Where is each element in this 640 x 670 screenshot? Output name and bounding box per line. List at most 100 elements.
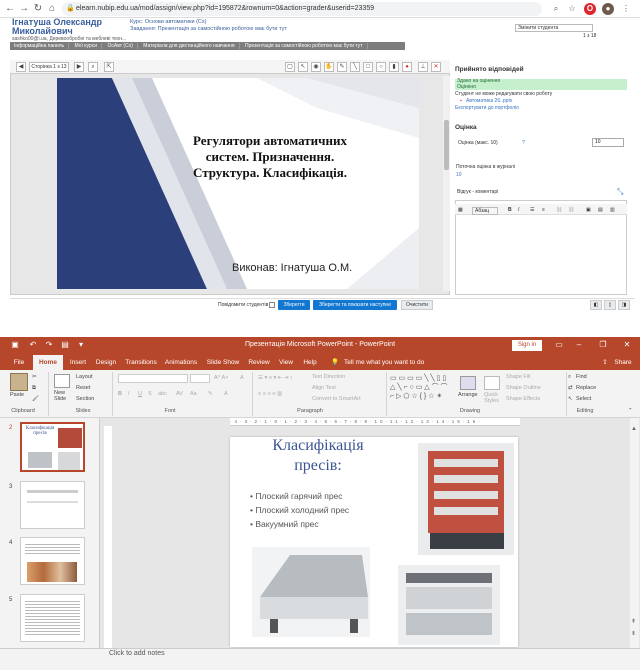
bullet-list-icon[interactable]: ☰ (530, 207, 534, 213)
tab-transitions[interactable]: Transitions (122, 355, 160, 370)
breadcrumb-item[interactable]: Інформаційна панель (10, 43, 70, 49)
slide-title[interactable]: Класифікація пресів: (262, 436, 374, 476)
minimize-icon[interactable]: – (572, 339, 586, 351)
font-name-box[interactable] (118, 374, 188, 383)
font-size-box[interactable] (190, 374, 210, 383)
expand-icon[interactable]: ⇱ (104, 62, 114, 72)
tab-slide-show[interactable]: Slide Show (204, 355, 242, 370)
highlight-tool-icon[interactable]: ▮ (389, 62, 399, 72)
extension-icon[interactable]: O (584, 3, 596, 15)
breadcrumb-item[interactable]: Мої курси (70, 43, 103, 49)
link-icon[interactable]: ⛓ (556, 207, 562, 213)
numbered-list-icon[interactable]: ≡ (542, 207, 545, 213)
layout-left-button[interactable]: ◧ (590, 300, 602, 310)
convert-smartart-button[interactable]: Convert to SmartArt (312, 396, 361, 402)
star-icon[interactable]: ☆ (566, 3, 578, 15)
rectangle-tool-icon[interactable]: □ (363, 62, 373, 72)
section-button[interactable]: Section (76, 396, 94, 402)
editor-icon-expand[interactable]: ▦ (458, 207, 463, 213)
viewer-scrollbar[interactable] (443, 76, 450, 291)
underline-icon[interactable]: U (138, 391, 142, 397)
breadcrumb-item[interactable]: ОсАвт (Сх) (103, 43, 138, 49)
page-select[interactable]: Сторінка 1 з 13 (29, 62, 69, 72)
highlight-icon[interactable]: ✎ (208, 391, 213, 397)
menu-icon[interactable]: ⋮ (620, 3, 632, 15)
reset-button[interactable]: Очистити (401, 300, 433, 310)
font-color-icon[interactable]: A (224, 391, 228, 397)
address-bar[interactable]: 🔒 elearn.nubip.edu.ua/mod/assign/view.php… (62, 2, 542, 16)
paste-icon[interactable] (10, 373, 28, 391)
align-icons[interactable]: ≡ ≡ ≡ ≡ ▥ (258, 391, 282, 397)
copy-icon[interactable]: ⧉ (32, 385, 36, 392)
tab-design[interactable]: Design (93, 355, 119, 370)
forward-icon[interactable]: → (18, 3, 30, 15)
submission-file-link[interactable]: Автоматика 26..pptx (466, 98, 512, 104)
select-button[interactable]: Select (576, 396, 591, 402)
bold-icon[interactable]: B (508, 207, 512, 213)
help-icon[interactable]: ? (522, 140, 525, 146)
back-icon[interactable]: ← (4, 3, 16, 15)
find-button[interactable]: Find (576, 374, 587, 380)
select-icon[interactable]: ↖ (568, 396, 573, 402)
image-icon[interactable]: ▣ (586, 207, 591, 213)
reset-slide-button[interactable]: Reset (76, 385, 90, 391)
align-text-button[interactable]: Align Text (312, 385, 336, 391)
tab-insert[interactable]: Insert (65, 355, 91, 370)
grow-font-icon[interactable]: A^ A˅ (214, 375, 228, 381)
find-icon[interactable]: ⌕ (568, 374, 571, 381)
avatar[interactable]: ● (602, 3, 614, 15)
slide-thumbnail-2[interactable]: Класифікація пресів (20, 422, 85, 472)
tab-review[interactable]: Review (246, 355, 272, 370)
search-icon[interactable]: ⌕ (550, 3, 562, 15)
paste-button[interactable]: Paste (10, 392, 24, 398)
line-tool-icon[interactable]: ╲ (350, 62, 360, 72)
hand-tool-icon[interactable]: ✋ (324, 62, 334, 72)
save-button[interactable]: Зберегти (278, 300, 310, 310)
grade-input[interactable]: 10 (592, 138, 624, 147)
change-case-icon[interactable]: Aa (190, 391, 197, 397)
replace-icon[interactable]: ⇄ (568, 385, 573, 391)
tell-me-search[interactable]: Tell me what you want to do (344, 355, 434, 370)
viewer-scrollbar-thumb[interactable] (444, 120, 449, 170)
notes-placeholder[interactable]: Click to add notes (109, 650, 165, 657)
tab-file[interactable]: File (8, 355, 30, 370)
new-slide-button[interactable]: New Slide (54, 390, 72, 402)
quick-styles-button[interactable]: Quick Styles (484, 392, 502, 404)
file-manager-icon[interactable]: ▥ (610, 207, 615, 213)
next-slide-icon[interactable]: ⇟ (631, 630, 636, 637)
slide-thumbnail-3[interactable] (20, 481, 85, 529)
layout-split-button[interactable]: ▯ (604, 300, 616, 310)
close-icon[interactable]: ✕ (620, 339, 634, 351)
task-link[interactable]: Завдання: Презентація за самостійною роб… (130, 26, 287, 33)
ribbon-options-icon[interactable]: ▭ (552, 339, 566, 351)
prev-slide-icon[interactable]: ⇞ (631, 618, 636, 625)
breadcrumb-item[interactable]: Презентація за самостійною роботою має б… (241, 43, 368, 49)
slide-bullet[interactable]: • Вакуумний прес (250, 519, 319, 529)
slide-thumbnail-4[interactable] (20, 537, 85, 585)
strikethrough-icon[interactable]: abc (158, 391, 167, 397)
bold-icon[interactable]: B (118, 391, 122, 397)
shape-fill-button[interactable]: Shape Fill (506, 374, 530, 380)
arrange-button[interactable]: Arrange (458, 392, 478, 398)
prev-page-icon[interactable]: ◀ (16, 62, 26, 72)
export-portfolio-link[interactable]: Експортувати до портфоліо (455, 105, 519, 111)
change-student-select[interactable]: Змінити студента (515, 24, 593, 32)
shapes-gallery[interactable]: ▭ ▭ ▭ ▭ ╲ ╲ ▯ ▯ △ ╲ ⌐ ○ ▭ △ ⌒ ⌒ ⌐ ▷ ⬠ ☆ { … (390, 374, 454, 404)
maximize-icon[interactable]: ❐ (596, 339, 610, 351)
share-icon[interactable]: ⇪ (600, 355, 610, 370)
student-name-line2[interactable]: Миколайович (12, 27, 73, 36)
color-tool-icon[interactable]: ● (402, 62, 412, 72)
cut-icon[interactable]: ✂ (32, 374, 37, 380)
tab-home[interactable]: Home (33, 355, 63, 370)
select-tool-icon[interactable]: ↖ (298, 62, 308, 72)
italic-icon[interactable]: I (518, 207, 519, 213)
pen-tool-icon[interactable]: ✎ (337, 62, 347, 72)
stamp-icon[interactable]: ⊥ (418, 62, 428, 72)
italic-icon[interactable]: I (128, 391, 130, 397)
arrange-icon[interactable] (460, 376, 476, 390)
bullets-icon[interactable]: ☰ ▾ ≡ ▾ ⇤ ⇥ ↕ (258, 375, 293, 381)
format-painter-icon[interactable]: 🖌 (32, 396, 39, 402)
replace-button[interactable]: Replace (576, 385, 596, 391)
collapse-ribbon-icon[interactable]: ⌃ (628, 408, 633, 414)
delete-icon[interactable]: ✕ (431, 62, 441, 72)
